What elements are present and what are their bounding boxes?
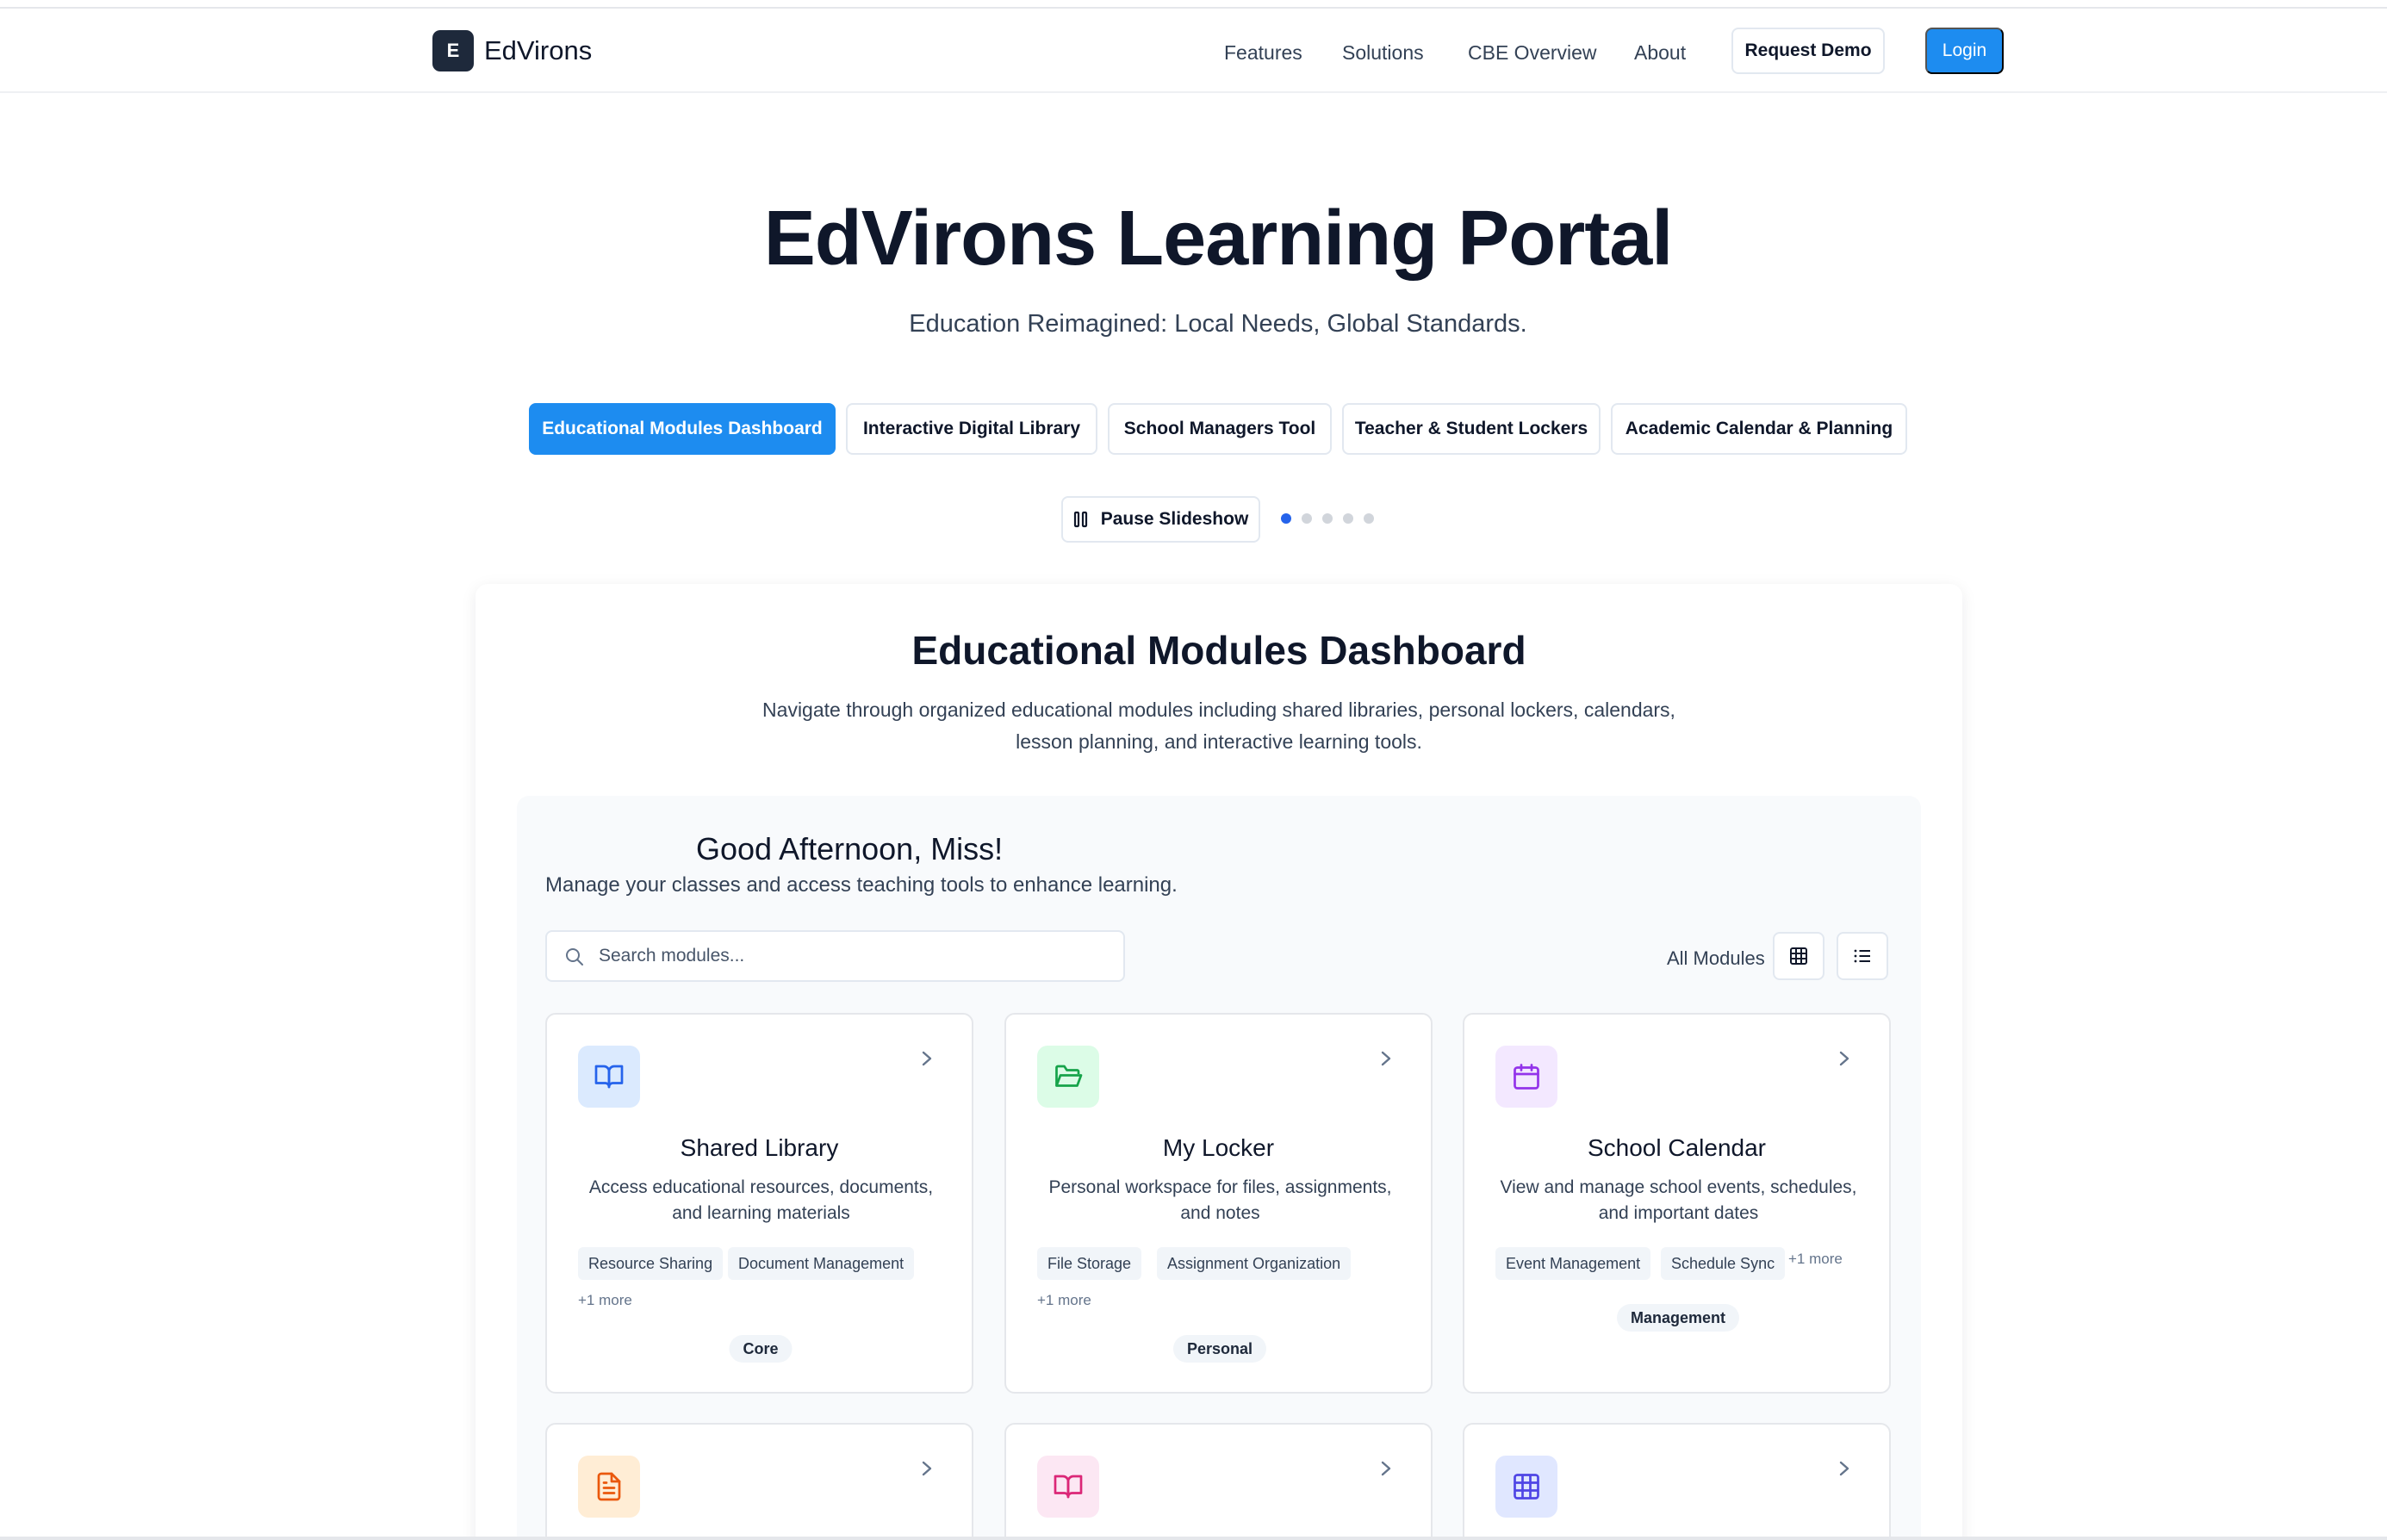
- nav-link-cbe-overview[interactable]: CBE Overview: [1468, 40, 1597, 65]
- module-category-badge: Core: [729, 1335, 793, 1363]
- module-title: Shared Library: [680, 1134, 839, 1161]
- pause-slideshow-label: Pause Slideshow: [1100, 509, 1249, 529]
- module-category-badge: Management: [1616, 1304, 1740, 1332]
- search-input[interactable]: [599, 941, 1107, 972]
- module-card[interactable]: [1004, 1423, 1433, 1540]
- module-tag: Assignment Organization: [1157, 1247, 1352, 1280]
- brand-name[interactable]: EdVirons: [484, 33, 592, 69]
- module-description: Personal workspace for files, assignment…: [1048, 1177, 1392, 1223]
- module-tag: Document Management: [728, 1247, 915, 1280]
- search-box[interactable]: [545, 930, 1125, 982]
- module-tag: Schedule Sync: [1661, 1247, 1786, 1280]
- pause-icon: [1073, 511, 1087, 528]
- file-text-icon: [578, 1456, 640, 1518]
- slide-dot-5[interactable]: [1364, 513, 1374, 524]
- module-card[interactable]: [545, 1423, 973, 1540]
- chevron-right-icon[interactable]: [1836, 1047, 1853, 1070]
- module-tag: Event Management: [1495, 1247, 1651, 1280]
- slide-dot-2[interactable]: [1302, 513, 1312, 524]
- navbar: E EdVirons Features Solutions CBE Overvi…: [0, 9, 2387, 93]
- slide-dot-1[interactable]: [1281, 513, 1291, 524]
- nav-link-solutions[interactable]: Solutions: [1342, 40, 1424, 65]
- slide-dot-3[interactable]: [1322, 513, 1333, 524]
- request-demo-button[interactable]: Request Demo: [1731, 28, 1885, 74]
- slide-dot-4[interactable]: [1343, 513, 1353, 524]
- search-icon: [566, 948, 583, 966]
- book-open-icon: [578, 1046, 640, 1108]
- chevron-right-icon[interactable]: [918, 1457, 936, 1480]
- module-more-tags: +1 more: [1788, 1251, 1843, 1267]
- pause-slideshow-button[interactable]: Pause Slideshow: [1061, 496, 1260, 543]
- dashboard-description: Navigate through organized educational m…: [762, 699, 1675, 753]
- list-view-button[interactable]: [1837, 932, 1888, 980]
- dashboard-title: Educational Modules Dashboard: [911, 628, 1526, 673]
- book-open-icon: [1037, 1456, 1099, 1518]
- module-category-badge: Personal: [1172, 1335, 1267, 1363]
- module-card-school-calendar[interactable]: School Calendar View and manage school e…: [1463, 1013, 1891, 1394]
- chevron-right-icon[interactable]: [1836, 1457, 1853, 1480]
- tab-school-managers-tool[interactable]: School Managers Tool: [1108, 403, 1332, 455]
- module-tag: File Storage: [1037, 1247, 1142, 1280]
- list-icon: [1854, 949, 1870, 963]
- logo-icon[interactable]: E: [432, 30, 474, 71]
- module-description: Access educational resources, documents,…: [588, 1177, 934, 1223]
- module-card-my-locker[interactable]: My Locker Personal workspace for files, …: [1004, 1013, 1433, 1394]
- tab-educational-modules-dashboard[interactable]: Educational Modules Dashboard: [529, 403, 836, 455]
- browser-bottom-border: [0, 1537, 2387, 1540]
- login-button[interactable]: Login: [1925, 28, 2004, 74]
- nav-link-features[interactable]: Features: [1224, 40, 1302, 65]
- calendar-icon: [1495, 1046, 1557, 1108]
- module-more-tags: +1 more: [1037, 1292, 1091, 1308]
- chevron-right-icon[interactable]: [918, 1047, 936, 1070]
- module-title: School Calendar: [1587, 1134, 1767, 1161]
- tab-teacher-student-lockers[interactable]: Teacher & Student Lockers: [1342, 403, 1601, 455]
- browser-top-border: [0, 0, 2387, 9]
- module-filter-label[interactable]: All Modules: [1667, 946, 1765, 972]
- grid-table-icon: [1495, 1456, 1557, 1518]
- grid-icon: [1790, 947, 1807, 965]
- module-title: My Locker: [1162, 1134, 1275, 1161]
- greeting-heading: Good Afternoon, Miss!: [696, 831, 1004, 866]
- tab-academic-calendar-planning[interactable]: Academic Calendar & Planning: [1611, 403, 1907, 455]
- tab-interactive-digital-library[interactable]: Interactive Digital Library: [846, 403, 1097, 455]
- greeting-subtitle: Manage your classes and access teaching …: [545, 873, 1178, 897]
- chevron-right-icon[interactable]: [1377, 1047, 1395, 1070]
- module-card[interactable]: [1463, 1423, 1891, 1540]
- grid-view-button[interactable]: [1773, 932, 1824, 980]
- module-card-shared-library[interactable]: Shared Library Access educational resour…: [545, 1013, 973, 1394]
- nav-link-about[interactable]: About: [1634, 40, 1686, 65]
- hero-subtitle: Education Reimagined: Local Needs, Globa…: [909, 310, 1527, 338]
- hero-title: EdVirons Learning Portal: [763, 196, 1674, 282]
- folder-open-icon: [1037, 1046, 1099, 1108]
- module-more-tags: +1 more: [578, 1292, 632, 1308]
- chevron-right-icon[interactable]: [1377, 1457, 1395, 1480]
- module-description: View and manage school events, schedules…: [1500, 1177, 1857, 1223]
- module-tag: Resource Sharing: [578, 1247, 724, 1280]
